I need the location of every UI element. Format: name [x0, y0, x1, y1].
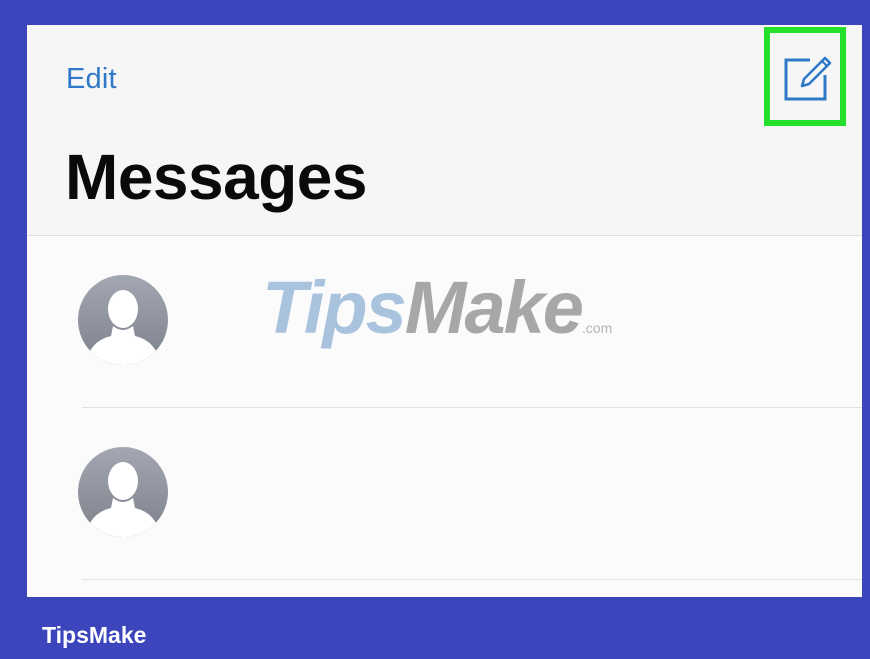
footer-brand: TipsMake [42, 622, 147, 648]
watermark: TipsMake.com [262, 265, 613, 349]
tutorial-frame: Edit Messages TipsMake.com TipsMake [0, 0, 870, 659]
edit-button[interactable]: Edit [66, 63, 117, 96]
watermark-tips: Tips [262, 266, 407, 349]
row-separator [82, 579, 862, 580]
person-silhouette-icon [78, 447, 168, 537]
conversation-row[interactable] [27, 408, 862, 580]
compose-icon[interactable] [782, 53, 834, 103]
watermark-make: Make [404, 266, 584, 349]
page-title: Messages [65, 141, 367, 213]
navigation-header: Edit Messages [27, 25, 862, 236]
watermark-suffix: .com [581, 320, 613, 336]
person-silhouette-icon [78, 275, 168, 365]
